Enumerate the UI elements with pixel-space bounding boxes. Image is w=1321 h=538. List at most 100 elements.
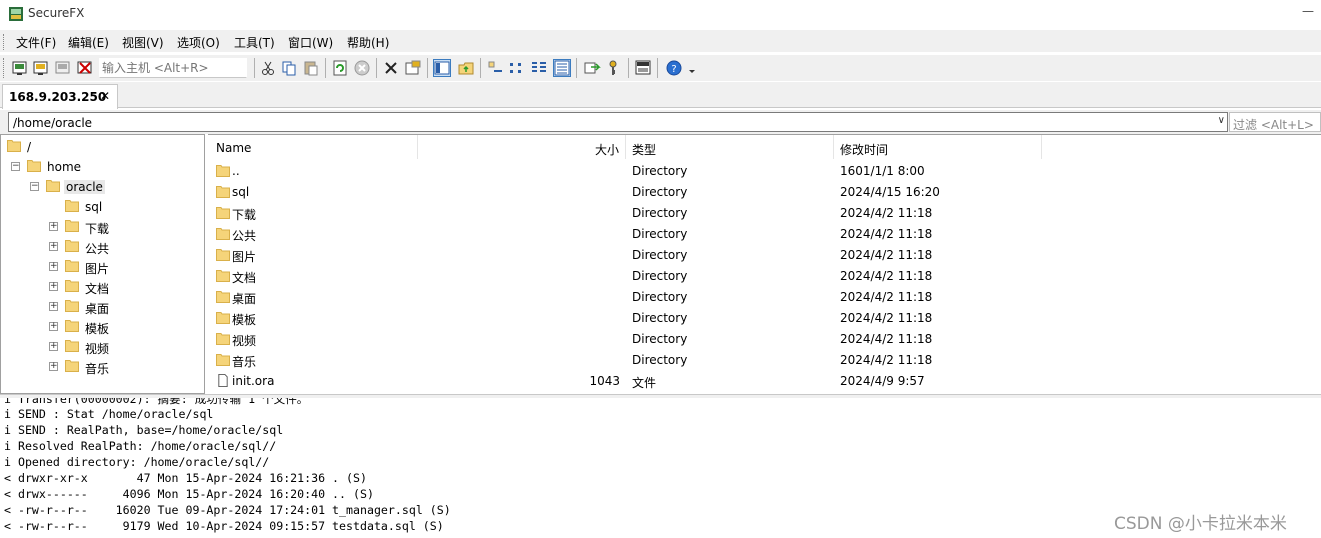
disconnect-icon[interactable] <box>76 59 94 77</box>
terminal-icon[interactable] <box>634 59 652 77</box>
properties-icon[interactable] <box>404 59 422 77</box>
details-view-icon[interactable] <box>553 59 571 77</box>
stop-icon[interactable] <box>353 59 371 77</box>
table-row[interactable]: init.ora 1043 文件 2024/4/9 9:57 <box>208 371 1321 392</box>
connect-icon[interactable] <box>11 59 29 77</box>
table-row[interactable]: 公共 Directory 2024/4/2 11:18 <box>208 224 1321 245</box>
column-header-type-label: 类型 <box>632 143 657 157</box>
close-icon[interactable]: ✕ <box>100 89 110 103</box>
toolbar-separator <box>628 58 629 78</box>
menu-edit[interactable]: 编辑(E) <box>68 34 109 51</box>
cut-icon[interactable] <box>259 59 277 77</box>
menu-help[interactable]: 帮助(H) <box>347 34 389 51</box>
expand-icon[interactable]: + <box>49 362 58 371</box>
file-name: init.ora <box>232 374 275 388</box>
menu-tools[interactable]: 工具(T) <box>234 34 275 51</box>
tab-session[interactable]: 168.9.203.250 ✕ <box>2 84 118 109</box>
expand-icon[interactable]: + <box>49 262 58 271</box>
session-tab-bar: 168.9.203.250 ✕ <box>0 82 1321 109</box>
column-header-size[interactable]: 大小 <box>418 135 626 159</box>
tree-node-label: sql <box>85 200 103 214</box>
small-icons-view-icon[interactable] <box>508 59 526 77</box>
table-row[interactable]: .. Directory 1601/1/1 8:00 <box>208 161 1321 182</box>
key-icon[interactable] <box>604 59 622 77</box>
folder-icon <box>7 140 21 152</box>
expand-icon[interactable]: + <box>49 282 58 291</box>
expand-icon[interactable]: + <box>49 222 58 231</box>
minimize-icon[interactable]: — <box>1301 4 1315 20</box>
log-line: < -rw-r--r-- 16020 Tue 09-Apr-2024 17:24… <box>4 503 451 517</box>
table-row[interactable]: 音乐 Directory 2024/4/2 11:18 <box>208 350 1321 371</box>
paste-icon[interactable] <box>302 59 320 77</box>
sync-icon[interactable] <box>583 59 601 77</box>
column-header-name[interactable]: Name <box>208 135 418 159</box>
tree-node-label: 模板 <box>85 322 110 336</box>
log-line: < drwxr-xr-x 47 Mon 15-Apr-2024 16:21:36… <box>4 471 367 485</box>
path-bar: /home/oracle ∨ 过滤 <Alt+L> <box>0 110 1321 134</box>
table-row[interactable]: 图片 Directory 2024/4/2 11:18 <box>208 245 1321 266</box>
toolbar-separator <box>254 58 255 78</box>
toggle-tree-icon[interactable] <box>433 59 451 77</box>
table-row[interactable]: 模板 Directory 2024/4/2 11:18 <box>208 308 1321 329</box>
help-icon[interactable]: ? <box>665 59 683 77</box>
path-combobox[interactable]: /home/oracle ∨ <box>8 112 1228 132</box>
large-icons-view-icon[interactable] <box>486 59 504 77</box>
tree-node-label: oracle <box>64 180 105 194</box>
folder-icon <box>65 220 79 232</box>
file-name: 图片 <box>232 250 257 264</box>
log-line: < drwx------ 4096 Mon 15-Apr-2024 16:20:… <box>4 487 374 501</box>
folder-icon <box>65 300 79 312</box>
filter-input[interactable]: 过滤 <Alt+L> <box>1229 112 1321 132</box>
table-row[interactable]: 桌面 Directory 2024/4/2 11:18 <box>208 287 1321 308</box>
log-line: i SEND : Stat /home/oracle/sql <box>4 407 214 421</box>
folder-icon <box>216 186 230 198</box>
tree-node-label: 文档 <box>85 282 110 296</box>
parent-folder-icon[interactable] <box>457 59 475 77</box>
folder-icon <box>216 228 230 240</box>
file-modified: 2024/4/9 9:57 <box>840 374 925 388</box>
menu-file[interactable]: 文件(F) <box>16 34 56 51</box>
folder-icon <box>65 260 79 272</box>
expand-icon[interactable]: + <box>49 242 58 251</box>
window-title: SecureFX <box>28 6 85 20</box>
host-input[interactable] <box>99 58 247 78</box>
expand-icon[interactable]: + <box>49 342 58 351</box>
file-type: Directory <box>632 248 688 262</box>
folder-icon <box>216 165 230 177</box>
quick-connect-icon[interactable] <box>32 59 50 77</box>
column-header-type[interactable]: 类型 <box>626 135 834 159</box>
filter-placeholder: 过滤 <Alt+L> <box>1233 118 1314 132</box>
collapse-icon[interactable]: − <box>30 182 39 191</box>
table-row[interactable]: 文档 Directory 2024/4/2 11:18 <box>208 266 1321 287</box>
copy-icon[interactable] <box>280 59 298 77</box>
delete-icon[interactable] <box>382 59 400 77</box>
file-modified: 2024/4/15 16:20 <box>840 185 940 199</box>
column-header-size-label: 大小 <box>594 143 619 157</box>
table-row[interactable]: 视频 Directory 2024/4/2 11:18 <box>208 329 1321 350</box>
column-header-modified[interactable]: 修改时间 <box>834 135 1042 159</box>
file-type: Directory <box>632 332 688 346</box>
expand-icon[interactable]: + <box>49 322 58 331</box>
menu-grip[interactable] <box>3 34 6 50</box>
chevron-down-icon[interactable]: ∨ <box>1218 115 1225 126</box>
table-row[interactable]: 下载 Directory 2024/4/2 11:18 <box>208 203 1321 224</box>
toolbar-separator <box>657 58 658 78</box>
expand-icon[interactable]: + <box>49 302 58 311</box>
refresh-icon[interactable] <box>331 59 349 77</box>
menu-window[interactable]: 窗口(W) <box>288 34 333 51</box>
securefx-app-icon <box>9 7 23 21</box>
toolbar-overflow-icon[interactable] <box>687 59 697 77</box>
tab-session-label: 168.9.203.250 <box>9 90 107 104</box>
list-view-icon[interactable] <box>530 59 548 77</box>
menu-view[interactable]: 视图(V) <box>122 34 164 51</box>
collapse-icon[interactable]: − <box>11 162 20 171</box>
reconnect-icon[interactable] <box>54 59 72 77</box>
tree-node-label: 下载 <box>85 222 110 236</box>
toolbar-grip[interactable] <box>3 58 6 78</box>
file-name: 公共 <box>232 229 257 243</box>
file-type: Directory <box>632 269 688 283</box>
folder-icon <box>216 270 230 282</box>
file-modified: 2024/4/2 11:18 <box>840 269 933 283</box>
table-row[interactable]: sql Directory 2024/4/15 16:20 <box>208 182 1321 203</box>
menu-options[interactable]: 选项(O) <box>177 34 220 51</box>
